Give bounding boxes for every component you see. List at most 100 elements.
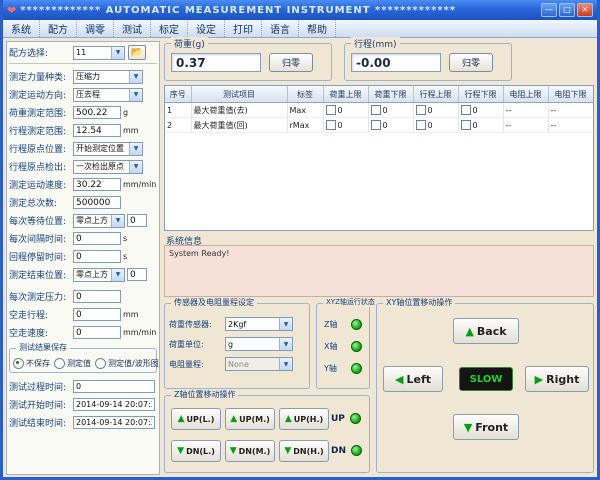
menu-item-zeroing[interactable]: 调零 — [77, 20, 114, 37]
dn-mid-button[interactable]: ▼ DN(M.) — [225, 440, 275, 462]
column-header[interactable]: 行程上限 — [413, 86, 459, 103]
chevron-down-icon: ▼ — [279, 358, 292, 370]
limit-value: 0 — [427, 105, 433, 115]
load-sensor-select[interactable]: 2Kgf ▼ — [225, 317, 293, 331]
limit-checkbox[interactable] — [415, 105, 426, 115]
right-button[interactable]: ▶ Right — [525, 366, 589, 392]
open-recipe-button[interactable]: 📂 — [128, 45, 146, 60]
menu-item-test[interactable]: 测试 — [114, 20, 151, 37]
interval-time-input[interactable] — [73, 232, 121, 245]
limit-checkbox[interactable] — [460, 120, 471, 130]
field-label: 测定总次数: — [9, 199, 58, 209]
field-row: 测定运动速度: mm/min — [9, 177, 157, 192]
close-button[interactable]: ✕ — [577, 3, 593, 17]
limit-checkbox[interactable] — [460, 105, 471, 115]
up-low-button[interactable]: ▲ UP(L.) — [171, 408, 221, 430]
up-high-button[interactable]: ▲ UP(H.) — [279, 408, 329, 430]
field-unit: mm/min — [123, 328, 157, 337]
resistance-limit: -- — [503, 117, 549, 133]
sensor-row: 荷重传感器: 2Kgf ▼ — [165, 314, 309, 334]
column-header[interactable]: 测试项目 — [191, 86, 288, 103]
limit-checkbox[interactable] — [370, 105, 381, 115]
save-option-none[interactable]: 不保存 — [13, 358, 50, 369]
origin-position-select[interactable]: 开始测定位置 ▼ — [73, 141, 143, 156]
save-option-waveform-label: 测定值/波形图 — [108, 359, 159, 368]
front-button[interactable]: ▼ Front — [453, 414, 519, 440]
back-button[interactable]: ▲ Back — [453, 318, 519, 344]
column-header[interactable]: 序号 — [165, 86, 192, 103]
main-content: 配方选择: 11 ▼ 📂 测定力量种类: 压缩力 ▼ 测定运动方向: 压去程 ▼… — [3, 37, 597, 477]
xyz-status-title: XYZ轴运行状态 — [323, 297, 378, 307]
column-header[interactable]: 标签 — [287, 86, 324, 103]
motion-speed-input[interactable] — [73, 178, 121, 191]
save-option-value[interactable]: 测定值 — [54, 358, 91, 369]
field-label: 荷重测定范围: — [9, 109, 67, 119]
row-number: 2 — [165, 117, 192, 133]
load-range-input[interactable] — [73, 106, 121, 119]
up-mid-button[interactable]: ▲ UP(M.) — [225, 408, 275, 430]
recipe-select[interactable]: 11 ▼ — [73, 45, 125, 60]
left-button[interactable]: ◀ Left — [383, 366, 443, 392]
up-high-label: UP(H.) — [293, 414, 324, 424]
titlebar: ❤ ************* AUTOMATIC MEASUREMENT IN… — [3, 0, 597, 20]
menu-item-settings[interactable]: 设定 — [188, 20, 225, 37]
wait-position-offset-input[interactable] — [127, 214, 147, 227]
axis-status-row: Y轴 — [317, 357, 369, 379]
total-count-input[interactable] — [73, 196, 121, 209]
dn-low-button[interactable]: ▼ DN(L.) — [171, 440, 221, 462]
menu-item-recipe[interactable]: 配方 — [40, 20, 77, 37]
arrow-down-icon: ▼ — [229, 445, 237, 456]
menu-item-help[interactable]: 帮助 — [299, 20, 336, 37]
slow-button[interactable]: SLOW — [459, 367, 513, 391]
test-duration-input[interactable] — [73, 380, 155, 393]
wait-position-select[interactable]: 零点上方 ▼ — [73, 213, 125, 228]
force-type-select[interactable]: 压缩力 ▼ — [73, 69, 143, 84]
table-row[interactable]: 2 最大荷重值(回) rMax 0 0 0 0 -- -- — [165, 117, 593, 133]
table-row[interactable]: 1 最大荷重值(去) Max 0 0 0 0 -- -- — [165, 102, 593, 118]
stroke-value-display: -0.00 — [351, 53, 441, 72]
menu-item-system[interactable]: 系统 — [3, 20, 40, 37]
limit-checkbox[interactable] — [325, 120, 336, 130]
sensor-settings-title: 传感器及电阻量程设定 — [171, 297, 257, 308]
stroke-zero-button[interactable]: 归零 — [449, 53, 493, 72]
stroke-range-input[interactable] — [73, 124, 121, 137]
column-header[interactable]: 荷重下限 — [368, 86, 414, 103]
test-start-time-input[interactable] — [73, 398, 155, 411]
axis-status-row: X轴 — [317, 335, 369, 357]
per-test-force-input[interactable] — [73, 290, 121, 303]
end-position-select[interactable]: 零点上方 ▼ — [73, 267, 125, 282]
idle-stroke-input[interactable] — [73, 308, 121, 321]
arrow-up-icon: ▲ — [177, 413, 185, 424]
menu-item-language[interactable]: 语言 — [262, 20, 299, 37]
chevron-down-icon: ▼ — [129, 88, 142, 101]
result-save-options: 不保存 测定值 测定值/波形图 — [13, 358, 159, 369]
column-header[interactable]: 荷重上限 — [323, 86, 369, 103]
field-row: 每次等待位置: 零点上方 ▼ — [9, 213, 157, 228]
sensor-row: 电阻量程: None ▼ — [165, 354, 309, 374]
origin-detect-value: 一次检出原点 — [76, 162, 124, 171]
test-end-time-input[interactable] — [73, 416, 155, 429]
maximize-button[interactable]: □ — [559, 3, 575, 17]
column-header[interactable]: 电阻上限 — [503, 86, 549, 103]
limit-checkbox[interactable] — [370, 120, 381, 130]
menu-item-calibration[interactable]: 标定 — [151, 20, 188, 37]
end-position-offset-input[interactable] — [127, 268, 147, 281]
column-header[interactable]: 行程下限 — [458, 86, 504, 103]
field-row: 回程停留时间: s — [9, 249, 157, 264]
dn-high-button[interactable]: ▼ DN(H.) — [279, 440, 329, 462]
save-option-waveform[interactable]: 测定值/波形图 — [95, 358, 159, 369]
minimize-button[interactable]: — — [541, 3, 557, 17]
load-zero-button[interactable]: 归零 — [269, 53, 313, 72]
menu-item-print[interactable]: 打印 — [225, 20, 262, 37]
app-icon: ❤ — [7, 3, 17, 17]
return-dwell-time-input[interactable] — [73, 250, 121, 263]
column-header[interactable]: 电阻下限 — [548, 86, 593, 103]
load-unit-select[interactable]: g ▼ — [225, 337, 293, 351]
limit-checkbox[interactable] — [325, 105, 336, 115]
resistance-limit: -- — [548, 117, 593, 133]
limit-checkbox[interactable] — [415, 120, 426, 130]
idle-speed-input[interactable] — [73, 326, 121, 339]
motion-direction-select[interactable]: 压去程 ▼ — [73, 87, 143, 102]
origin-detect-select[interactable]: 一次检出原点 ▼ — [73, 159, 143, 174]
chevron-down-icon: ▼ — [279, 338, 292, 350]
